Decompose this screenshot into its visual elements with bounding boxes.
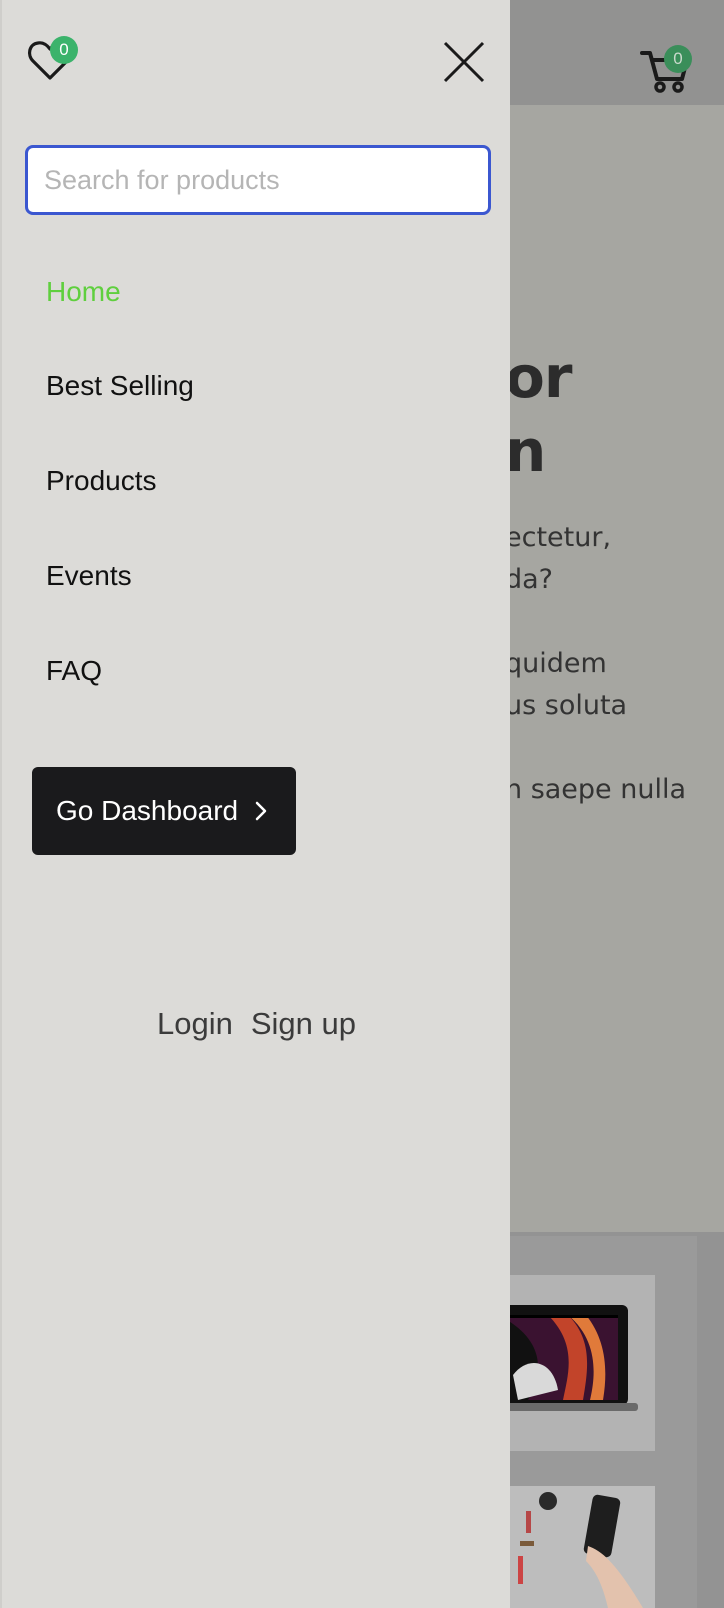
heart-icon [26, 41, 74, 88]
login-link[interactable]: Login [157, 1006, 233, 1042]
wishlist-button[interactable]: 0 [26, 36, 78, 88]
signup-link[interactable]: Sign up [251, 1006, 356, 1042]
laptop-image [508, 1305, 638, 1411]
category-card-accessories[interactable] [508, 1486, 655, 1608]
close-icon [442, 41, 486, 88]
nav-item-products[interactable]: Products [46, 465, 157, 497]
hero-text-line: us soluta [505, 690, 628, 721]
nav-item-faq[interactable]: FAQ [46, 655, 102, 687]
mobile-nav-drawer: 0 Home Best Selling Products Events FAQ … [0, 0, 510, 1608]
cart-count-badge: 0 [664, 45, 692, 73]
close-drawer-button[interactable] [442, 40, 486, 84]
hero-text-line: da? [505, 564, 554, 595]
nav-item-home[interactable]: Home [46, 276, 121, 308]
cart-icon [640, 51, 690, 99]
hero-title: or n [505, 343, 572, 485]
wishlist-count-badge: 0 [50, 36, 78, 64]
auth-links: Login Sign up [157, 1006, 356, 1042]
nav-item-events[interactable]: Events [46, 560, 132, 592]
go-dashboard-button[interactable]: Go Dashboard [32, 767, 296, 855]
hero-text-line: ectetur, [505, 522, 612, 553]
hero-text-line: n saepe nulla [505, 774, 687, 805]
nav-item-best-selling[interactable]: Best Selling [46, 370, 194, 402]
chevron-right-icon [252, 800, 270, 822]
cart-button[interactable]: 0 [640, 45, 692, 95]
accessories-image [508, 1486, 655, 1608]
search-input[interactable] [25, 145, 491, 215]
hero-text-line: quidem [505, 648, 607, 679]
category-card-laptop[interactable] [508, 1275, 655, 1451]
go-dashboard-label: Go Dashboard [56, 795, 239, 826]
